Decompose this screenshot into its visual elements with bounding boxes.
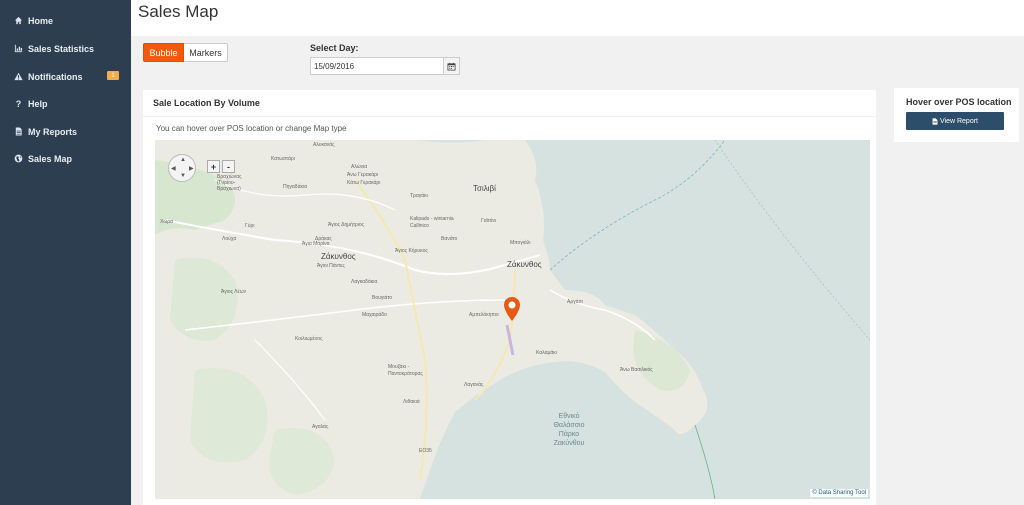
calendar-icon (447, 62, 456, 71)
map-label: Βραχιώνας (Γυρίου-Βραχιώνα) (217, 174, 242, 192)
map-label: Άνω Γερακάρι (347, 172, 379, 178)
sales-map[interactable]: Αλυκανάς Κατωστάρι Αλώνια Άνω Γερακάρι Κ… (155, 140, 870, 499)
map-label: Χώρα (160, 219, 173, 225)
page-title: Sales Map (138, 2, 219, 21)
sidebar-item-label: Home (28, 15, 54, 26)
pos-marker-icon[interactable] (503, 296, 521, 322)
map-label: Αμπελόκηποι (469, 312, 499, 318)
view-report-button[interactable]: View Report (906, 112, 1004, 130)
pan-left-icon[interactable]: ◀ (171, 165, 176, 172)
pos-info-panel: Hover over POS location View Report (894, 88, 1019, 142)
sidebar-item-home[interactable]: Home (0, 7, 131, 34)
sidebar-item-label: Sales Map (28, 153, 73, 164)
header (131, 0, 1024, 36)
question-icon: ? (15, 98, 22, 109)
sidebar-item-sales-statistics[interactable]: Sales Statistics (0, 35, 131, 62)
map-attribution[interactable]: © Data Sharing Tool (810, 489, 868, 497)
map-label: Αργάσι (567, 299, 583, 305)
map-label: Τσιλιβί (473, 184, 496, 193)
map-label: Άγιος Δημήτριος (328, 222, 365, 228)
map-label: Λούχα (222, 236, 237, 242)
sidebar-item-label: My Reports (28, 126, 78, 137)
bar-chart-icon (14, 44, 23, 53)
zoom-in-button[interactable]: + (207, 160, 220, 173)
sidebar: Home Sales Statistics Notifications 1 ? … (0, 0, 131, 505)
map-label: Πηγαδάκια (283, 184, 307, 190)
map-label: Kalipado - winiarnia Callinico (410, 216, 454, 229)
sidebar-item-sales-map[interactable]: Sales Map (0, 145, 131, 172)
sale-location-panel: Sale Location By Volume You can hover ov… (143, 90, 876, 505)
map-label: Λαγκαδάκια (351, 279, 378, 285)
map-label: Ζάκυνθος (321, 252, 356, 261)
sidebar-item-help[interactable]: ? Help (0, 90, 131, 117)
pan-control[interactable]: ▲ ▼ ◀ ▶ (168, 154, 196, 182)
date-input[interactable] (310, 57, 444, 75)
document-icon (14, 127, 23, 136)
sidebar-item-notifications[interactable]: Notifications 1 (0, 63, 131, 90)
map-label: Άγιος Κήρυκος (395, 248, 428, 254)
warning-icon (14, 72, 23, 81)
map-label: Μπογιάλι (510, 240, 531, 246)
map-label: Λιθακιά (403, 399, 420, 405)
map-label: Άγιοι Πάντες (317, 263, 345, 269)
pos-info-title: Hover over POS location (906, 97, 1012, 107)
map-label: ΕΟ35 (419, 448, 432, 454)
map-label: Μουζάκι - Παντοκράτορας (388, 364, 423, 377)
pan-right-icon[interactable]: ▶ (189, 165, 194, 172)
map-label: Κατωστάρι (271, 156, 295, 162)
home-icon (14, 16, 23, 25)
panel-hint: You can hover over POS location or chang… (156, 124, 347, 133)
sidebar-item-my-reports[interactable]: My Reports (0, 118, 131, 145)
map-label: Τραγάκι (410, 193, 428, 199)
select-day-label: Select Day: (310, 43, 359, 53)
zoom-out-button[interactable]: - (222, 160, 235, 173)
map-label: Κάτω Γερακάρι (347, 180, 381, 186)
globe-icon (14, 154, 23, 163)
map-label: Αλώνια (351, 164, 368, 170)
sidebar-item-label: Notifications (28, 71, 83, 82)
map-label: Λαγανάς (464, 382, 484, 388)
panel-title: Sale Location By Volume (153, 98, 260, 108)
map-label: Γύρι (245, 223, 255, 229)
map-label: Άνω Βασιλικός (620, 367, 653, 373)
markers-button[interactable]: Markers (184, 43, 228, 62)
map-label: Άγια Μαρίνα (302, 241, 330, 247)
document-icon (932, 117, 938, 125)
map-label: Βανάτο (441, 236, 458, 242)
notification-count-badge: 1 (107, 71, 119, 80)
pan-up-icon[interactable]: ▲ (180, 157, 186, 163)
map-label: Βουγιάτο (372, 295, 393, 301)
calendar-button[interactable] (443, 57, 460, 75)
map-label: Μαχαιράδο (362, 312, 387, 318)
map-label: Καλαμάκι (536, 350, 557, 356)
pan-down-icon[interactable]: ▼ (180, 173, 186, 179)
map-label: Άγιος Λέων (221, 289, 247, 295)
map-label: Κοιλιωμένος (295, 336, 323, 342)
sidebar-item-label: Sales Statistics (28, 43, 95, 54)
sea-label: Εθνικό Θαλάσσιο Πάρκο Ζακύνθου (553, 413, 585, 447)
map-label: Γαϊτάνι (481, 218, 497, 224)
sidebar-item-label: Help (28, 98, 48, 109)
view-report-label: View Report (939, 117, 978, 125)
map-label: Ζάκυνθος (507, 260, 542, 269)
panel-header: Sale Location By Volume (143, 90, 876, 117)
map-type-toggle: Bubble Markers (143, 43, 228, 62)
map-label: Αλυκανάς (313, 142, 335, 148)
map-label: Αγαλάς (312, 424, 329, 430)
bubble-button[interactable]: Bubble (143, 43, 184, 62)
